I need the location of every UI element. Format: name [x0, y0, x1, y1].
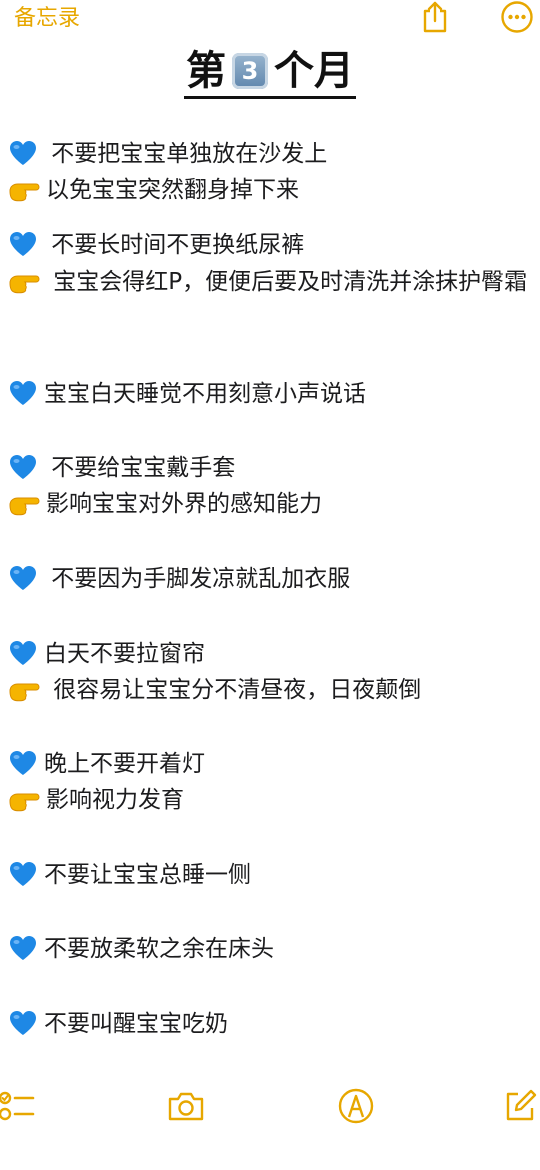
blue-heart-icon — [8, 861, 38, 898]
checklist-icon — [0, 1091, 35, 1121]
more-button[interactable] — [500, 0, 534, 34]
note-line-text: 不要给宝宝戴手套 — [44, 455, 236, 481]
blue-heart-icon — [8, 231, 38, 268]
compose-button[interactable] — [500, 1086, 540, 1126]
note-line: 以免宝宝突然翻身掉下来 — [8, 172, 528, 213]
note-line-text: 宝宝会得红P，便便后要及时清洗并涂抹护臀霜 — [46, 269, 528, 295]
bottom-toolbar — [0, 1086, 540, 1134]
note-line-text: 以免宝宝突然翻身掉下来 — [46, 177, 299, 203]
note-line-text: 不要长时间不更换纸尿裤 — [44, 232, 305, 258]
note-line-text: 不要叫醒宝宝吃奶 — [44, 1011, 228, 1037]
share-button[interactable] — [418, 0, 452, 34]
note-line: 很容易让宝宝分不清昼夜，日夜颠倒 — [8, 672, 528, 713]
note-line: 不要让宝宝总睡一侧 — [8, 857, 528, 898]
pointing-hand-icon — [8, 491, 40, 527]
note-line: 不要叫醒宝宝吃奶 — [8, 1006, 528, 1047]
compose-icon — [506, 1089, 537, 1121]
note-line: 晚上不要开着灯 — [8, 746, 528, 787]
note-line: 影响宝宝对外界的感知能力 — [8, 486, 528, 527]
note-line: 不要给宝宝戴手套 — [8, 450, 528, 491]
note-line: 不要长时间不更换纸尿裤 — [8, 227, 528, 268]
note-line: 影响视力发育 — [8, 782, 528, 823]
keycap-three-icon: 3 — [232, 53, 268, 89]
markup-button[interactable] — [336, 1086, 376, 1126]
note-line-text: 很容易让宝宝分不清昼夜，日夜颠倒 — [46, 677, 422, 703]
back-button[interactable]: 备忘录 — [14, 0, 80, 32]
navigation-bar: 备忘录 — [0, 0, 540, 40]
note-line-text: 白天不要拉窗帘 — [44, 641, 205, 667]
title-prefix: 第 — [186, 48, 226, 94]
note-title: 第 3 个月 — [184, 48, 356, 99]
note-line-text: 不要因为手脚发凉就乱加衣服 — [44, 566, 351, 592]
blue-heart-icon — [8, 935, 38, 972]
back-label: 备忘录 — [14, 6, 81, 31]
note-line-text: 宝宝白天睡觉不用刻意小声说话 — [44, 381, 366, 407]
pointing-hand-icon — [8, 787, 40, 823]
note-line-text: 影响视力发育 — [46, 787, 184, 813]
markup-icon — [338, 1088, 374, 1124]
checklist-button[interactable] — [0, 1086, 36, 1126]
note-line-text: 不要放柔软之余在床头 — [44, 936, 274, 962]
note-line-text: 不要把宝宝单独放在沙发上 — [44, 141, 328, 167]
share-icon — [423, 1, 447, 33]
note-line: 宝宝会得红P，便便后要及时清洗并涂抹护臀霜 — [8, 264, 528, 305]
keycap-number: 3 — [241, 57, 259, 85]
note-line: 宝宝白天睡觉不用刻意小声说话 — [8, 376, 528, 417]
note-line-text: 影响宝宝对外界的感知能力 — [46, 491, 322, 517]
note-line: 不要放柔软之余在床头 — [8, 931, 528, 972]
camera-button[interactable] — [166, 1086, 206, 1126]
pointing-hand-icon — [8, 177, 40, 213]
title-suffix: 个月 — [274, 48, 354, 94]
note-line-text: 不要让宝宝总睡一侧 — [44, 862, 251, 888]
blue-heart-icon — [8, 380, 38, 417]
note-line: 不要因为手脚发凉就乱加衣服 — [8, 561, 528, 602]
more-icon — [501, 1, 533, 33]
blue-heart-icon — [8, 565, 38, 602]
blue-heart-icon — [8, 1010, 38, 1047]
note-line: 不要把宝宝单独放在沙发上 — [8, 136, 528, 177]
pointing-hand-icon — [8, 269, 40, 305]
note-line: 白天不要拉窗帘 — [8, 636, 528, 677]
pointing-hand-icon — [8, 677, 40, 713]
note-line-text: 晚上不要开着灯 — [44, 751, 205, 777]
camera-icon — [168, 1092, 204, 1121]
note-title-container: 第 3 个月 — [0, 48, 540, 99]
